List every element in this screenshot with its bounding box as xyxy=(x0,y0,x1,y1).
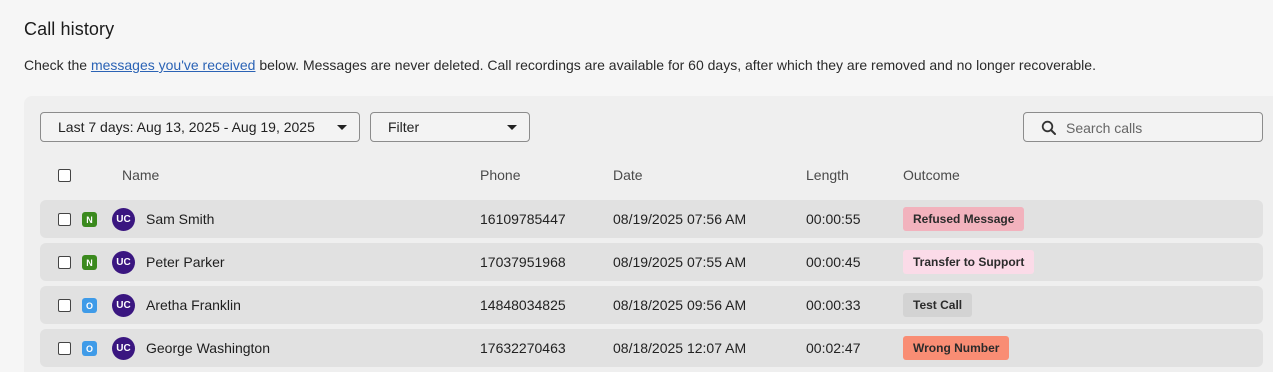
table-row[interactable]: N UC Peter Parker 17037951968 08/19/2025 07:… xyxy=(40,243,1263,281)
page-title: Call history xyxy=(24,19,115,39)
caret-down-icon xyxy=(337,125,347,130)
column-header-outcome[interactable]: Outcome xyxy=(903,167,960,183)
date-range-dropdown[interactable]: Last 7 days: Aug 13, 2025 - Aug 19, 2025 xyxy=(40,112,360,142)
caret-down-icon xyxy=(507,125,517,130)
row-checkbox[interactable] xyxy=(58,256,71,269)
column-header-name[interactable]: Name xyxy=(122,167,159,183)
column-header-phone[interactable]: Phone xyxy=(480,167,520,183)
intro-text: Check the messages you've received below… xyxy=(24,57,1096,73)
caller-name[interactable]: Aretha Franklin xyxy=(146,297,241,313)
row-checkbox[interactable] xyxy=(58,213,71,226)
search-input[interactable] xyxy=(1064,117,1258,139)
status-tag: O xyxy=(82,341,97,356)
call-length: 00:02:47 xyxy=(806,340,861,356)
intro-text-before: Check the xyxy=(24,57,91,73)
caller-name[interactable]: Peter Parker xyxy=(146,254,225,270)
avatar: UC xyxy=(112,251,135,274)
call-length: 00:00:45 xyxy=(806,254,861,270)
row-checkbox[interactable] xyxy=(58,299,71,312)
avatar: UC xyxy=(112,208,135,231)
avatar: UC xyxy=(112,294,135,317)
outcome-badge: Test Call xyxy=(903,293,973,317)
call-date: 08/19/2025 07:56 AM xyxy=(613,211,747,227)
status-tag: O xyxy=(82,298,97,313)
caller-name[interactable]: George Washington xyxy=(146,340,270,356)
caller-phone: 16109785447 xyxy=(480,211,566,227)
table-row[interactable]: O UC Aretha Franklin 14848034825 08/18/2025 … xyxy=(40,286,1263,324)
outcome-badge: Refused Message xyxy=(903,207,1025,231)
column-header-date[interactable]: Date xyxy=(613,167,643,183)
filter-dropdown[interactable]: Filter xyxy=(370,112,530,142)
outcome-badge: Transfer to Support xyxy=(903,250,1035,274)
intro-text-after: below. Messages are never deleted. Call … xyxy=(255,57,1096,73)
caller-name[interactable]: Sam Smith xyxy=(146,211,214,227)
call-date: 08/18/2025 12:07 AM xyxy=(613,340,747,356)
table-row[interactable]: O UC George Washington 17632270463 08/18/202… xyxy=(40,329,1263,367)
date-range-label: Last 7 days: Aug 13, 2025 - Aug 19, 2025 xyxy=(58,119,315,135)
column-header-length[interactable]: Length xyxy=(806,167,849,183)
caller-phone: 17037951968 xyxy=(480,254,566,270)
table-row[interactable]: N UC Sam Smith 16109785447 08/19/2025 07:56 … xyxy=(40,200,1263,238)
row-checkbox[interactable] xyxy=(58,342,71,355)
search-box[interactable] xyxy=(1023,112,1263,142)
call-length: 00:00:55 xyxy=(806,211,861,227)
status-tag: N xyxy=(82,212,97,227)
call-date: 08/19/2025 07:55 AM xyxy=(613,254,747,270)
avatar: UC xyxy=(112,337,135,360)
select-all-checkbox[interactable] xyxy=(58,169,71,182)
outcome-badge: Wrong Number xyxy=(903,336,1010,360)
status-tag: N xyxy=(82,255,97,270)
call-length: 00:00:33 xyxy=(806,297,861,313)
caller-phone: 14848034825 xyxy=(480,297,566,313)
filter-label: Filter xyxy=(388,119,420,135)
caller-phone: 17632270463 xyxy=(480,340,566,356)
search-icon xyxy=(1041,120,1056,135)
messages-link[interactable]: messages you've received xyxy=(91,57,256,73)
call-date: 08/18/2025 09:56 AM xyxy=(613,297,747,313)
